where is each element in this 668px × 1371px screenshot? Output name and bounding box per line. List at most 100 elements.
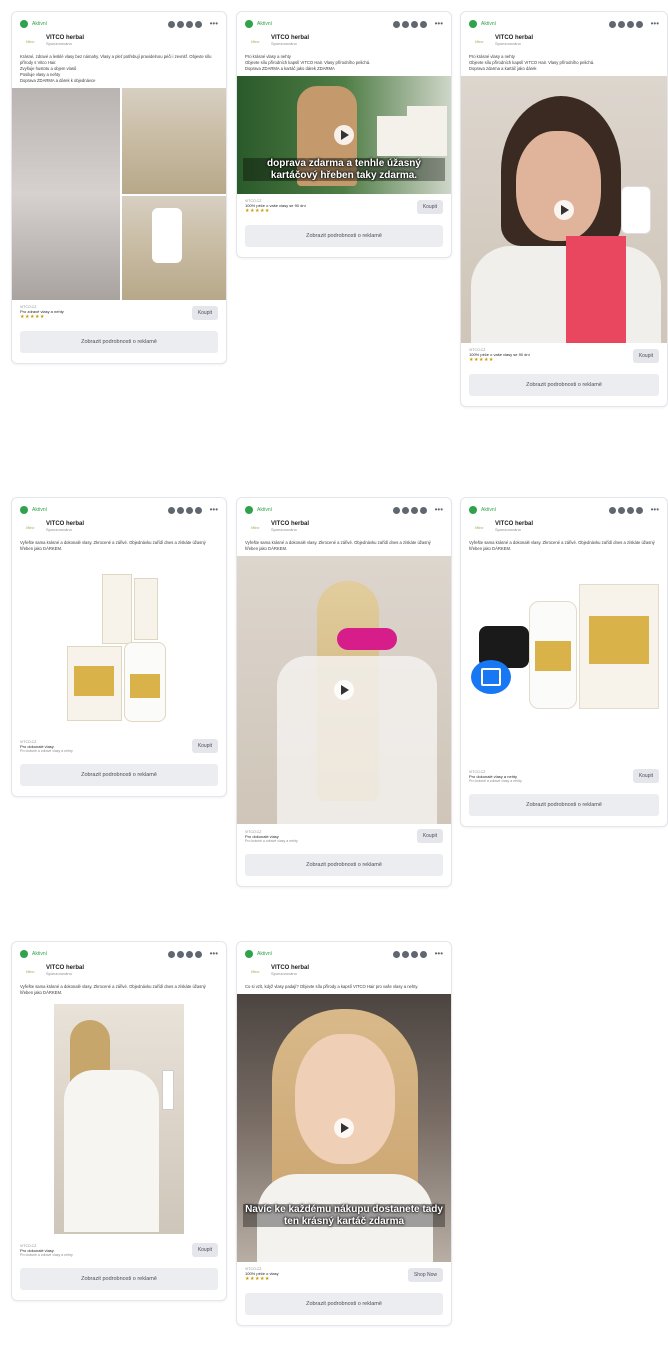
facebook-icon	[392, 950, 400, 958]
rating-stars: ★★★★★	[469, 357, 494, 364]
ad-body: Vyřešte sama krásné a dokonalé vlasy. Zk…	[20, 984, 206, 996]
status-text: Aktivní	[257, 21, 273, 27]
ad-image[interactable]	[12, 1000, 226, 1239]
ad-video[interactable]: Navíc ke každému nákupu dostanete tady t…	[237, 994, 451, 1263]
more-options-icon[interactable]: •••	[210, 506, 218, 514]
ad-body: Vyřešte sama krásné a dokonalé vlasy. Zk…	[469, 540, 655, 552]
audience-network-icon	[194, 950, 202, 958]
cta-button[interactable]: Shop Now	[407, 1267, 443, 1282]
active-status-icon	[20, 20, 28, 28]
status-text: Aktivní	[257, 507, 273, 513]
status-text: Aktivní	[481, 21, 497, 27]
ad-video[interactable]: doprava zdarma a tenhle úžasný kartáčový…	[237, 76, 451, 195]
ad-card: Aktivní ••• Vitco VITCO herbal Sponzorováno…	[11, 941, 227, 1302]
active-status-icon	[469, 20, 477, 28]
more-options-icon[interactable]: •••	[651, 20, 659, 28]
sponsored-label: Sponzorováno	[271, 970, 297, 976]
status-text: Aktivní	[32, 21, 48, 27]
sponsored-label: Sponzorováno	[46, 40, 72, 46]
ad-image[interactable]	[461, 556, 667, 765]
advertiser-logo[interactable]: Vitco	[20, 520, 40, 534]
active-status-icon	[245, 20, 253, 28]
sponsored-label: Sponzorováno	[271, 40, 297, 46]
cta-button[interactable]: Koupit	[416, 199, 443, 214]
ad-video[interactable]	[237, 556, 451, 825]
messenger-icon	[185, 950, 193, 958]
cta-button[interactable]: Koupit	[632, 348, 659, 363]
gift-icon	[481, 668, 501, 687]
more-options-icon[interactable]: •••	[210, 20, 218, 28]
ad-image[interactable]	[12, 88, 226, 301]
audience-network-icon	[419, 506, 427, 514]
ad-body: Vyřešte sama krásné a dokonalé vlasy. Zk…	[245, 540, 431, 552]
cta-button[interactable]: Koupit	[191, 305, 218, 320]
facebook-icon	[167, 20, 175, 28]
ad-image[interactable]	[12, 556, 226, 735]
messenger-icon	[185, 506, 193, 514]
instagram-icon	[176, 950, 184, 958]
more-options-icon[interactable]: •••	[435, 506, 443, 514]
instagram-icon	[176, 20, 184, 28]
ad-card: Aktivní ••• Vitco VITCO herbal Sponzorováno…	[236, 11, 452, 259]
status-text: Aktivní	[32, 507, 48, 513]
more-options-icon[interactable]: •••	[435, 950, 443, 958]
facebook-icon	[167, 950, 175, 958]
audience-network-icon	[194, 506, 202, 514]
more-options-icon[interactable]: •••	[651, 506, 659, 514]
messenger-icon	[626, 506, 634, 514]
platform-icons	[392, 20, 427, 28]
play-icon[interactable]	[334, 1118, 354, 1139]
sponsored-label: Sponzorováno	[46, 526, 72, 532]
ad-card: Aktivní ••• Vitco VITCO herbal Sponzorováno…	[236, 497, 452, 888]
facebook-icon	[608, 20, 616, 28]
advertiser-logo[interactable]: Vitco	[469, 520, 489, 534]
advertiser-logo[interactable]: Vitco	[245, 34, 265, 48]
platform-icons	[608, 506, 643, 514]
ad-body: Co si vzít, když vlasy padají? Objevte s…	[245, 984, 419, 989]
video-caption: doprava zdarma a tenhle úžasný kartáčový…	[243, 158, 445, 182]
cta-button[interactable]: Koupit	[191, 1243, 218, 1258]
ad-details-button[interactable]: Zobrazit podrobnosti o reklamě	[245, 225, 443, 248]
advertiser-logo[interactable]: Vitco	[20, 964, 40, 978]
more-options-icon[interactable]: •••	[210, 950, 218, 958]
instagram-icon	[176, 506, 184, 514]
ad-details-button[interactable]: Zobrazit podrobnosti o reklamě	[20, 1268, 218, 1291]
ad-details-button[interactable]: Zobrazit podrobnosti o reklamě	[469, 794, 659, 817]
cta-button[interactable]: Koupit	[632, 769, 659, 784]
advertiser-logo[interactable]: Vitco	[20, 34, 40, 48]
advertiser-logo[interactable]: Vitco	[245, 964, 265, 978]
messenger-icon	[410, 950, 418, 958]
instagram-icon	[401, 950, 409, 958]
platform-icons	[167, 20, 202, 28]
messenger-icon	[410, 506, 418, 514]
play-icon[interactable]	[554, 199, 574, 220]
ad-details-button[interactable]: Zobrazit podrobnosti o reklamě	[245, 1293, 443, 1316]
advertiser-logo[interactable]: Vitco	[245, 520, 265, 534]
cta-button[interactable]: Koupit	[416, 829, 443, 844]
ad-body: Pro krásné vlasy a nehty Objevte sílu př…	[469, 54, 595, 72]
more-options-icon[interactable]: •••	[435, 20, 443, 28]
platform-icons	[167, 950, 202, 958]
ad-details-button[interactable]: Zobrazit podrobnosti o reklamě	[20, 764, 218, 787]
ad-details-button[interactable]: Zobrazit podrobnosti o reklamě	[20, 331, 218, 354]
sponsored-label: Sponzorováno	[495, 40, 521, 46]
active-status-icon	[20, 950, 28, 958]
cta-button[interactable]: Koupit	[191, 739, 218, 754]
ad-card: Aktivní ••• Vitco VITCO herbal Sponzorováno…	[460, 11, 668, 408]
platform-icons	[608, 20, 643, 28]
active-status-icon	[20, 506, 28, 514]
ad-card: Aktivní ••• Vitco VITCO herbal Sponzorováno…	[460, 497, 668, 828]
audience-network-icon	[635, 506, 643, 514]
platform-icons	[392, 950, 427, 958]
facebook-icon	[392, 506, 400, 514]
rating-stars: ★★★★★	[245, 1276, 270, 1283]
audience-network-icon	[419, 20, 427, 28]
status-text: Aktivní	[257, 951, 273, 957]
ad-card: Aktivní ••• Vitco VITCO herbal Sponzorováno…	[11, 497, 227, 798]
ad-video[interactable]	[461, 76, 667, 344]
advertiser-logo[interactable]: Vitco	[469, 34, 489, 48]
ad-details-button[interactable]: Zobrazit podrobnosti o reklamě	[245, 854, 443, 877]
messenger-icon	[185, 20, 193, 28]
ad-details-button[interactable]: Zobrazit podrobnosti o reklamě	[469, 374, 659, 397]
active-status-icon	[245, 506, 253, 514]
